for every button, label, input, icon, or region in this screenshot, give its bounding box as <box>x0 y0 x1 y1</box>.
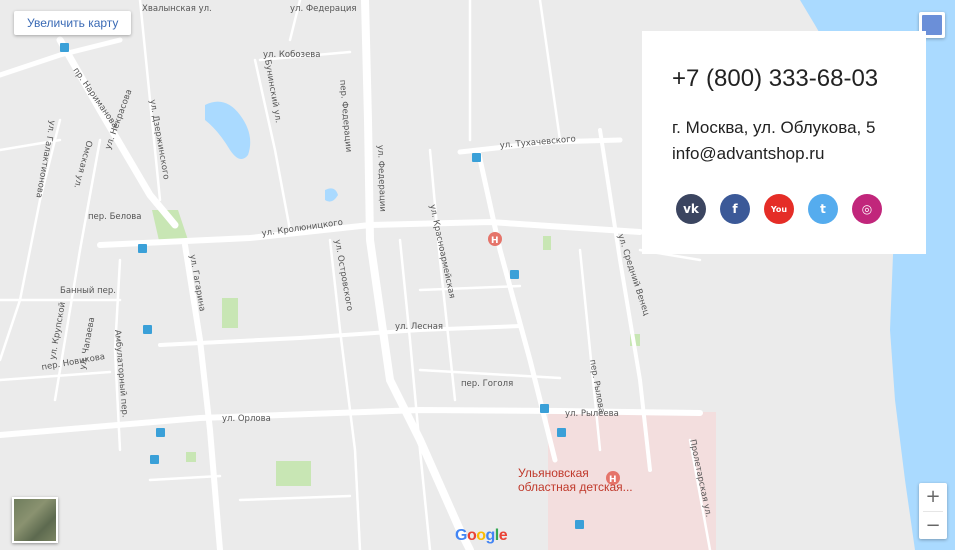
street-belova: пер. Белова <box>88 212 142 222</box>
bus-stop-icon <box>156 428 165 437</box>
svg-text:H: H <box>491 236 499 246</box>
bus-stop-icon <box>60 43 69 52</box>
contact-card: +7 (800) 333-68-03 г. Москва, ул. Облуко… <box>642 31 926 254</box>
bus-stop-icon <box>540 404 549 413</box>
street-dzerzhinskogo: ул. Дзержинского <box>147 99 171 181</box>
park-6 <box>186 452 196 462</box>
contact-phone[interactable]: +7 (800) 333-68-03 <box>672 65 878 93</box>
bus-stop-icon <box>575 520 584 529</box>
social-links: vk f You t ◎ <box>676 194 882 224</box>
twitter-icon[interactable]: t <box>808 194 838 224</box>
youtube-icon[interactable]: You <box>764 194 794 224</box>
vk-icon[interactable]: vk <box>676 194 706 224</box>
lake <box>205 101 251 159</box>
enlarge-map-button[interactable]: Увеличить карту <box>14 11 132 35</box>
street-bunin: Бунинский ул. <box>262 59 283 124</box>
street-khvalynskaya: Хвалынская ул. <box>142 4 212 14</box>
street-galaktionova: ул. Галактионова <box>33 119 57 198</box>
road-federatsii <box>361 0 474 550</box>
bus-stop-icon <box>472 153 481 162</box>
zoom-control: + − <box>919 483 947 539</box>
contact-email[interactable]: info@advantshop.ru <box>672 144 824 164</box>
facebook-icon[interactable]: f <box>720 194 750 224</box>
street-gogolya: пер. Гоголя <box>461 379 513 389</box>
satellite-toggle-button[interactable] <box>12 497 58 543</box>
park-2 <box>222 298 238 328</box>
bus-stop-icon <box>557 428 566 437</box>
street-tukhachevskogo: ул. Тухачевского <box>499 134 576 151</box>
street-bannyi: Банный пер. <box>60 286 116 296</box>
pond <box>325 188 338 202</box>
park-4 <box>543 236 551 250</box>
bus-stop-icon <box>150 455 159 464</box>
street-omskaya: Омская ул. <box>71 139 93 189</box>
bus-stop-icon <box>510 270 519 279</box>
street-ryleeva: ул. Рылеева <box>565 409 619 419</box>
poi-hospital-name-1: Ульяновская <box>518 466 589 480</box>
google-logo: Google <box>455 527 508 544</box>
zoom-in-button[interactable]: + <box>919 483 947 511</box>
street-ambulatornyi: Амбулаторный пер. <box>112 329 130 418</box>
street-lesnaya: ул. Лесная <box>395 322 443 332</box>
street-federatsii: ул. Федерации <box>375 145 387 212</box>
street-orlova: ул. Орлова <box>222 414 271 424</box>
bus-stop-icon <box>143 325 152 334</box>
bus-stop-icon <box>138 244 147 253</box>
street-federatsii-top: ул. Федерация <box>290 4 357 14</box>
street-krolyunitskogo: ул. Кролюницкого <box>261 218 344 239</box>
contact-address: г. Москва, ул. Облукова, 5 <box>672 118 876 137</box>
zoom-out-button[interactable]: − <box>919 512 947 540</box>
street-fed-per: пер. Федерации <box>337 79 353 152</box>
instagram-icon[interactable]: ◎ <box>852 194 882 224</box>
park-3 <box>276 461 311 486</box>
street-krupskoi: ул. Крупской <box>48 301 68 360</box>
street-rylova: пер. Рылова <box>587 359 606 414</box>
street-ostrovskogo: ул. Островского <box>332 239 354 312</box>
poi-hospital-name-2: областная детская... <box>518 480 633 494</box>
